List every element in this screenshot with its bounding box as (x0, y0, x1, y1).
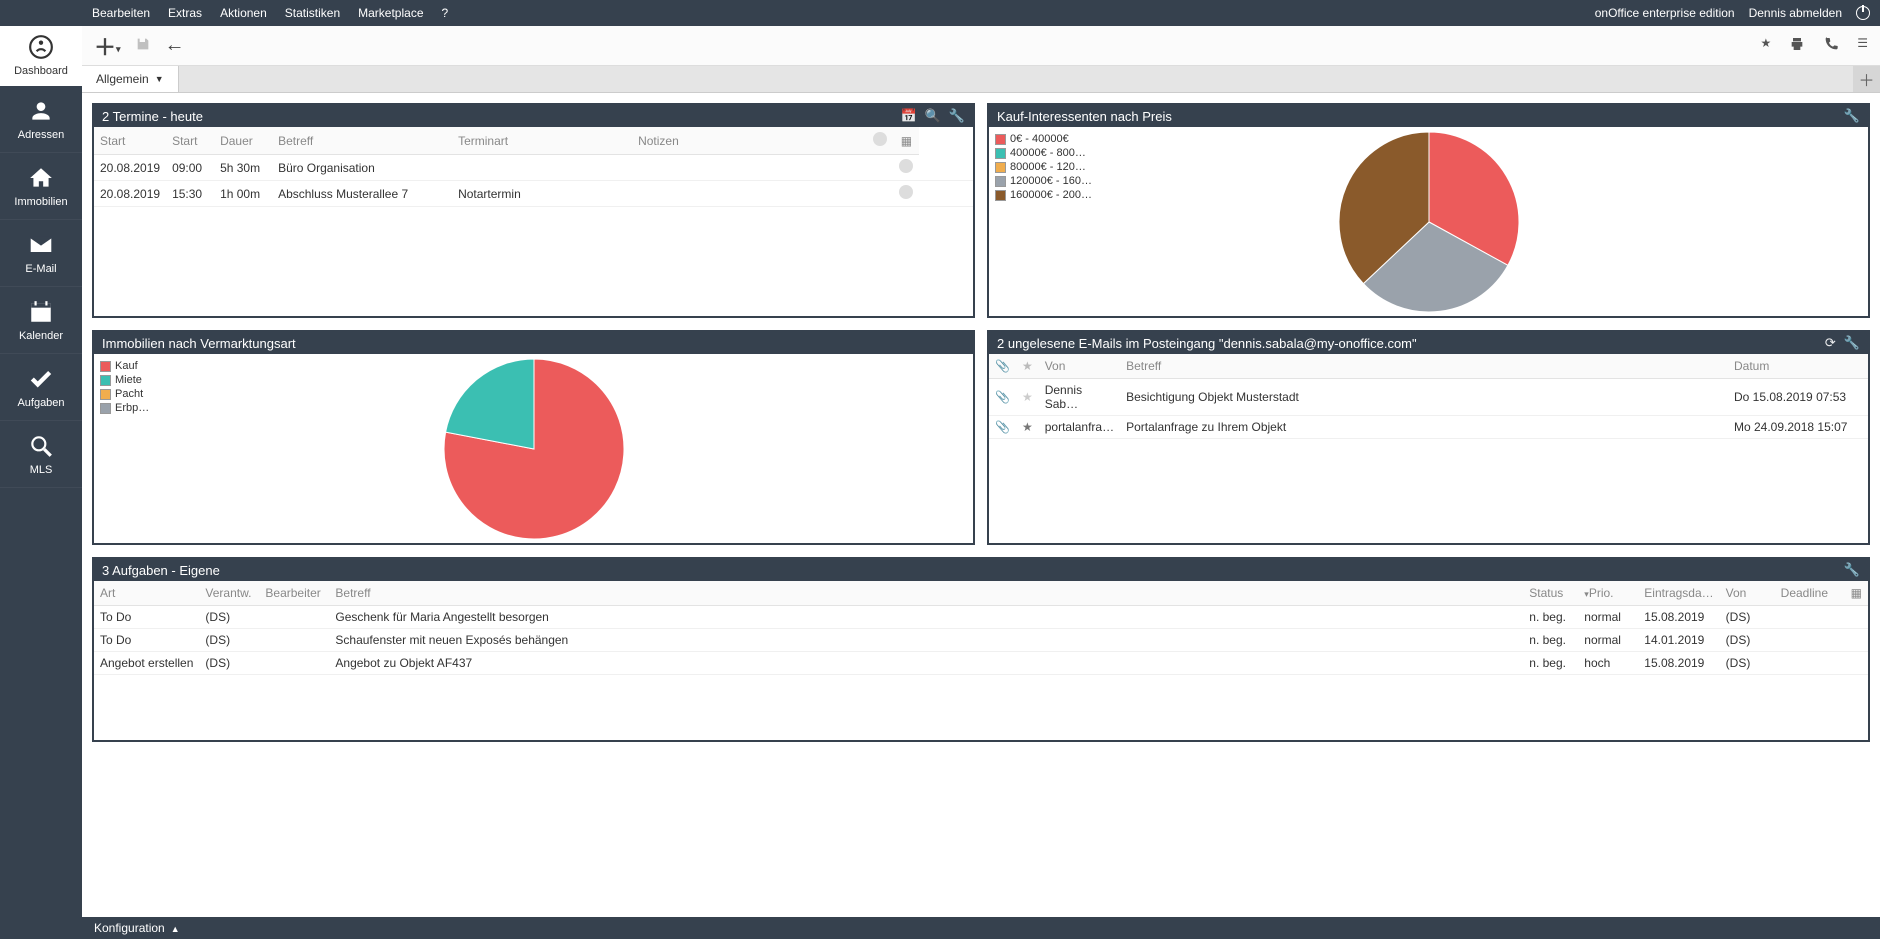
sidebar-item-mls[interactable]: MLS (0, 421, 82, 488)
chart-legend: 0€ - 40000€ 40000€ - 800… 80000€ - 120… 120… (995, 133, 1092, 203)
table-row[interactable]: 📎★Dennis Sab…Besichtigung Objekt Musters… (989, 379, 1868, 416)
konfiguration-button[interactable]: Konfiguration▲ (94, 921, 180, 935)
sidebar-label: MLS (30, 464, 53, 476)
sidebar-label: E-Mail (25, 263, 56, 275)
table-row[interactable]: Angebot erstellen(DS)Angebot zu Objekt A… (94, 652, 1868, 675)
menu-extras[interactable]: Extras (168, 6, 202, 20)
wrench-icon[interactable]: 🔧 (1844, 335, 1860, 351)
legend-item: Kauf (100, 360, 149, 372)
footer-bar: Konfiguration▲ (82, 917, 1880, 939)
sidebar-item-adressen[interactable]: Adressen (0, 86, 82, 153)
emails-table: 📎 ★ Von Betreff Datum 📎★Dennis Sab…Besic… (989, 354, 1868, 439)
widget-title: 2 ungelesene E-Mails im Posteingang "den… (997, 336, 1817, 351)
widget-title: Immobilien nach Vermarktungsart (102, 336, 965, 351)
gauge-icon (28, 34, 54, 60)
sidebar-item-dashboard[interactable]: Dashboard (0, 26, 82, 86)
menu-statistiken[interactable]: Statistiken (285, 6, 340, 20)
pie-chart (439, 354, 629, 543)
check-header-icon (873, 132, 887, 146)
table-row[interactable]: 20.08.201909:005h 30mBüro Organisation (94, 155, 973, 181)
search-icon[interactable]: 🔍 (925, 108, 941, 124)
secondary-toolbar: ＋▾ ← ★ ☰ (82, 26, 1880, 66)
back-icon[interactable]: ← (165, 34, 185, 57)
tab-label: Allgemein (96, 72, 149, 86)
top-menu-left: Bearbeiten Extras Aktionen Statistiken M… (92, 6, 448, 20)
termine-table: Start Start Dauer Betreff Terminart Noti… (94, 127, 973, 207)
dashboard-main: 2 Termine - heute 📅 🔍 🔧 Start Start Daue… (82, 93, 1880, 917)
save-icon[interactable] (135, 36, 151, 55)
edition-label: onOffice enterprise edition (1595, 6, 1735, 20)
sidebar-item-email[interactable]: E-Mail (0, 220, 82, 287)
grid-icon[interactable]: ▦ (1845, 581, 1868, 606)
widget-title: 2 Termine - heute (102, 109, 892, 124)
sidebar-item-kalender[interactable]: Kalender (0, 287, 82, 354)
tab-strip: Allgemein ▼ ＋ (82, 66, 1880, 93)
sidebar-label: Adressen (18, 129, 64, 141)
widget-kauf-interessenten: Kauf-Interessenten nach Preis 🔧 0€ - 400… (987, 103, 1870, 318)
chart-legend: Kauf Miete Pacht Erbp… (100, 360, 149, 416)
widget-aufgaben: 3 Aufgaben - Eigene 🔧 Art Verantw. Bearb… (92, 557, 1870, 742)
table-row[interactable]: 📎★portalanfra…Portalanfrage zu Ihrem Obj… (989, 416, 1868, 439)
star-icon[interactable]: ★ (1760, 36, 1771, 55)
menu-help[interactable]: ? (442, 6, 449, 20)
sidebar-label: Immobilien (14, 196, 67, 208)
hamburger-icon[interactable]: ☰ (1857, 36, 1868, 55)
table-row[interactable]: To Do(DS)Geschenk für Maria Angestellt b… (94, 606, 1868, 629)
wrench-icon[interactable]: 🔧 (949, 108, 965, 124)
tab-add-button[interactable]: ＋ (1853, 66, 1880, 92)
magnify-icon (28, 433, 54, 459)
table-row[interactable]: 20.08.201915:301h 00mAbschluss Musterall… (94, 181, 973, 207)
calendar-icon (28, 299, 54, 325)
new-button[interactable]: ＋▾ (94, 30, 121, 62)
attach-col-icon: 📎 (989, 354, 1016, 379)
widget-termine: 2 Termine - heute 📅 🔍 🔧 Start Start Daue… (92, 103, 975, 318)
legend-item: 40000€ - 800… (995, 147, 1092, 159)
pie-chart (1334, 127, 1524, 316)
widget-immobilien-vermarktung: Immobilien nach Vermarktungsart Kauf Miet… (92, 330, 975, 545)
star-col-icon: ★ (1016, 354, 1039, 379)
sidebar-label: Dashboard (14, 65, 68, 77)
sidebar-label: Kalender (19, 330, 63, 342)
check-icon (28, 366, 54, 392)
widget-title: Kauf-Interessenten nach Preis (997, 109, 1836, 124)
print-icon[interactable] (1789, 36, 1805, 55)
grid-icon[interactable]: ▦ (893, 127, 919, 155)
legend-item: Pacht (100, 388, 149, 400)
wrench-icon[interactable]: 🔧 (1844, 108, 1860, 124)
phone-icon[interactable] (1823, 36, 1839, 55)
legend-item: 120000€ - 160… (995, 175, 1092, 187)
house-icon (28, 165, 54, 191)
sidebar-label: Aufgaben (17, 397, 64, 409)
tab-allgemein[interactable]: Allgemein ▼ (82, 66, 179, 92)
legend-item: 160000€ - 200… (995, 189, 1092, 201)
sidebar-item-aufgaben[interactable]: Aufgaben (0, 354, 82, 421)
tasks-table: Art Verantw. Bearbeiter Betreff Status ▾… (94, 581, 1868, 675)
person-icon (28, 98, 54, 124)
legend-item: Miete (100, 374, 149, 386)
chevron-down-icon: ▼ (155, 74, 164, 84)
menu-aktionen[interactable]: Aktionen (220, 6, 267, 20)
table-row[interactable]: To Do(DS)Schaufenster mit neuen Exposés … (94, 629, 1868, 652)
menu-marketplace[interactable]: Marketplace (358, 6, 423, 20)
menu-bearbeiten[interactable]: Bearbeiten (92, 6, 150, 20)
mail-icon (28, 232, 54, 258)
sidebar-item-immobilien[interactable]: Immobilien (0, 153, 82, 220)
widget-title: 3 Aufgaben - Eigene (102, 563, 1836, 578)
legend-item: 0€ - 40000€ (995, 133, 1092, 145)
logout-link[interactable]: Dennis abmelden (1749, 6, 1842, 20)
power-icon[interactable] (1856, 6, 1870, 20)
calendar-icon[interactable]: 📅 (900, 108, 916, 124)
refresh-icon[interactable]: ⟳ (1825, 335, 1836, 351)
left-sidebar: Dashboard Adressen Immobilien E-Mail Kal… (0, 0, 82, 939)
legend-item: Erbp… (100, 402, 149, 414)
wrench-icon[interactable]: 🔧 (1844, 562, 1860, 578)
top-menubar: Bearbeiten Extras Aktionen Statistiken M… (0, 0, 1880, 26)
widget-emails: 2 ungelesene E-Mails im Posteingang "den… (987, 330, 1870, 545)
legend-item: 80000€ - 120… (995, 161, 1092, 173)
